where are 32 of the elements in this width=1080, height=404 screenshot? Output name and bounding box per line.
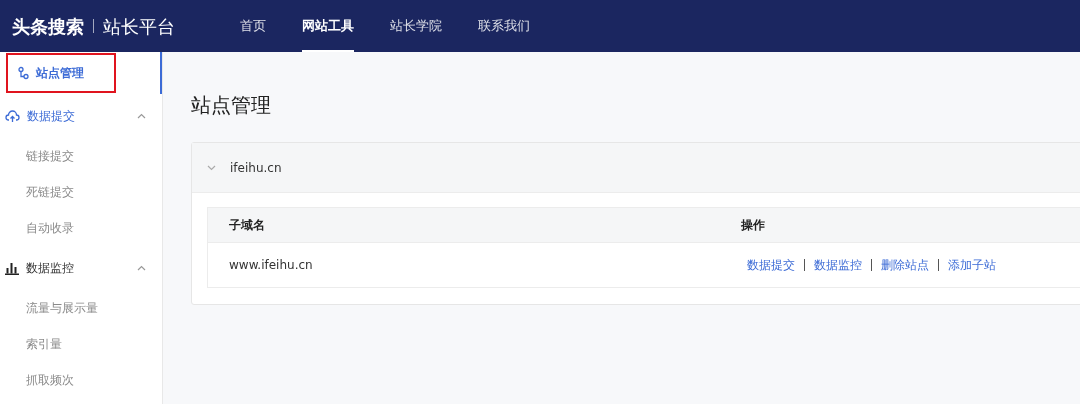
site-icon [16, 66, 30, 80]
submenu-item[interactable]: 死链提交 [0, 174, 162, 210]
column-header: 子域名 [228, 217, 266, 234]
action-link[interactable]: 删除站点 [881, 256, 929, 274]
submenu-item[interactable]: 抓取频次 [0, 362, 162, 398]
nav-tab[interactable]: 站长学院 [390, 0, 442, 52]
nav-tab[interactable]: 网站工具 [302, 0, 354, 52]
highlighted-menu-item: 站点管理 [6, 53, 116, 93]
nav-tab[interactable]: 联系我们 [478, 0, 530, 52]
column-header: 操作 [741, 217, 765, 234]
domain-name: ifeihu.cn [230, 159, 282, 177]
brand-name: 头条搜索 [12, 14, 84, 39]
action-link[interactable]: 数据监控 [814, 256, 862, 274]
chevron-up-icon [137, 265, 146, 271]
chevron-down-icon [207, 164, 216, 171]
table-cell-text: www.ifeihu.cn [228, 257, 314, 274]
submenu-item[interactable]: 自动收录 [0, 210, 162, 246]
submenu-item[interactable]: 链接提交 [0, 138, 162, 174]
cloud-upload-icon [5, 109, 20, 123]
page-title: 站点管理 [191, 92, 272, 119]
menu-group[interactable]: 数据提交 [0, 94, 162, 138]
action-link[interactable]: 添加子站 [948, 256, 996, 274]
submenu-item[interactable]: 索引量 [0, 326, 162, 362]
sidebar-item[interactable]: 站点管理 [0, 52, 162, 94]
bar-chart-icon [5, 261, 19, 275]
platform-name: 站长平台 [103, 14, 175, 39]
site-header[interactable]: ifeihu.cn [192, 143, 1080, 193]
nav-tab[interactable]: 首页 [240, 0, 266, 52]
submenu-item[interactable]: 流量与展示量 [0, 290, 162, 326]
menu-group[interactable]: 数据监控 [0, 246, 162, 290]
chevron-up-icon [137, 113, 146, 119]
action-link[interactable]: 数据提交 [747, 256, 795, 274]
